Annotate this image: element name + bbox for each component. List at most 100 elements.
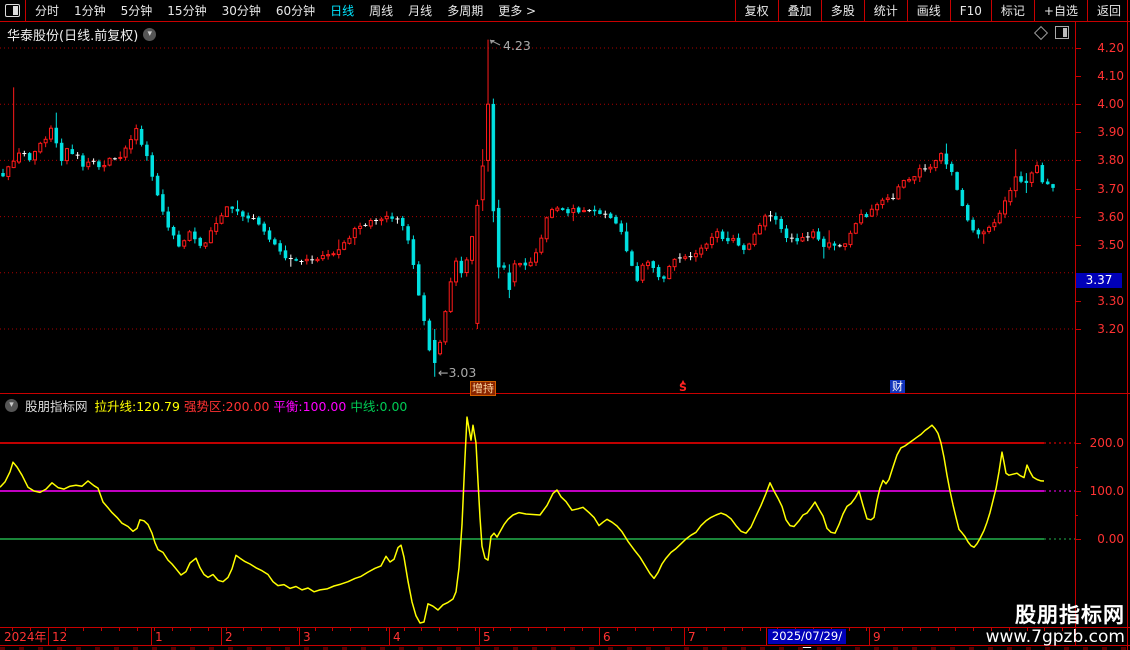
watermark-url: www.7gpzb.com [985, 627, 1125, 647]
current-price-tag: 3.37 [1076, 273, 1122, 289]
button-标记[interactable]: 标记 [990, 0, 1034, 21]
date-tick [635, 628, 636, 631]
tab-5分钟[interactable]: 5分钟 [121, 2, 153, 19]
event-badge-S[interactable]: ▴ S [679, 378, 687, 394]
tab-15分钟[interactable]: 15分钟 [167, 2, 206, 19]
month-separator [151, 628, 152, 645]
chevron-down-icon[interactable]: ▾ [5, 399, 18, 412]
svg-text:4.23: 4.23 [503, 38, 531, 53]
date-label-4: 4 [393, 630, 401, 644]
date-tick [671, 628, 672, 631]
date-label-2024年: 2024年 [4, 630, 47, 644]
month-separator [869, 628, 870, 645]
date-tick [493, 628, 494, 631]
right-frame [1127, 0, 1128, 650]
price-label-3.60: 3.60 [1097, 209, 1124, 224]
indicator-source: 股朋指标网 [25, 399, 88, 414]
watermark: 股朋指标网 www.7gpzb.com [985, 603, 1125, 648]
date-tick [350, 628, 351, 631]
date-label-5: 5 [483, 630, 491, 644]
date-tick [955, 628, 956, 631]
svg-text:←3.03: ←3.03 [438, 365, 476, 380]
date-tick [528, 628, 529, 631]
button-+自选[interactable]: +自选 [1033, 0, 1087, 21]
date-tick [724, 628, 725, 631]
tab-多周期[interactable]: 多周期 [447, 2, 483, 19]
date-tick [902, 628, 903, 631]
event-badge-增持[interactable]: 增持 [470, 381, 496, 396]
date-tick [884, 628, 885, 631]
date-tick [119, 628, 120, 631]
indicator-value-强势区: 强势区:200.00 [183, 399, 274, 414]
tab-日线[interactable]: 日线 [330, 2, 354, 19]
watermark-brand: 股朋指标网 [1015, 603, 1125, 627]
date-label-7: 7 [688, 630, 696, 644]
tab-周线[interactable]: 周线 [369, 2, 393, 19]
date-tick [439, 628, 440, 631]
button-叠加[interactable]: 叠加 [777, 0, 821, 21]
price-label-3.90: 3.90 [1097, 125, 1124, 140]
date-tick [849, 628, 850, 631]
tab-更多 >[interactable]: 更多 > [498, 2, 536, 19]
date-tick [742, 628, 743, 631]
date-tick [172, 628, 173, 631]
date-tick [617, 628, 618, 631]
month-separator [389, 628, 390, 645]
date-tick [421, 628, 422, 631]
date-tick [866, 628, 867, 631]
price-label-4.00: 4.00 [1097, 97, 1124, 112]
indicator-label-200.0: 200.0 [1089, 436, 1124, 450]
candlestick-chart[interactable]: 4.23 ←3.03 [0, 22, 1075, 394]
tab-分时[interactable]: 分时 [35, 2, 59, 19]
indicator-header: ▾ 股朋指标网 拉升线:120.79 强势区:200.00 平衡:100.00 … [5, 396, 407, 415]
month-separator [221, 628, 222, 645]
date-tick [261, 628, 262, 631]
price-label-4.20: 4.20 [1097, 41, 1124, 55]
event-badge-财[interactable]: 财 [890, 380, 905, 393]
month-separator [599, 628, 600, 645]
indicator-chart[interactable] [0, 413, 1075, 627]
window-panel-icon[interactable] [0, 0, 26, 21]
button-返回[interactable]: 返回 [1086, 0, 1130, 21]
indicator-label-100.0: 100.0 [1089, 484, 1124, 498]
tab-60分钟[interactable]: 60分钟 [276, 2, 315, 19]
date-tick [297, 628, 298, 631]
price-label-4.10: 4.10 [1097, 69, 1124, 84]
date-tick [938, 628, 939, 631]
tab-1分钟[interactable]: 1分钟 [74, 2, 106, 19]
date-tick [457, 628, 458, 631]
panel-divider [0, 393, 1130, 394]
button-复权[interactable]: 复权 [734, 0, 778, 21]
price-label-3.30: 3.30 [1097, 293, 1124, 308]
date-tick [332, 628, 333, 631]
indicator-label-0.00: 0.00 [1097, 532, 1124, 546]
date-label-2: 2 [225, 630, 233, 644]
tab-月线[interactable]: 月线 [408, 2, 432, 19]
price-label-3.70: 3.70 [1097, 181, 1124, 196]
date-tick [368, 628, 369, 631]
date-label-6: 6 [603, 630, 611, 644]
highlighted-date: 2025/07/29/二 [768, 629, 846, 650]
price-label-3.20: 3.20 [1097, 322, 1124, 336]
date-tick [920, 628, 921, 631]
month-separator [299, 628, 300, 645]
button-画线[interactable]: 画线 [906, 0, 950, 21]
tab-30分钟[interactable]: 30分钟 [222, 2, 261, 19]
date-tick [653, 628, 654, 631]
diamond-icon[interactable] [1033, 25, 1049, 40]
axis-divider [1075, 22, 1076, 646]
chevron-down-icon[interactable]: ▾ [143, 28, 157, 41]
date-label-9: 9 [873, 630, 881, 644]
date-axis[interactable]: 2024年12123456792025/07/29/二 [0, 627, 1130, 650]
month-separator [684, 628, 685, 645]
stock-title: 华泰股份(日线.前复权) [7, 29, 139, 44]
trading-app-window: 分时 1分钟 5分钟 15分钟 30分钟 60分钟 日线 周线 月线 多周期 更多 > 复权 叠加 多股… [0, 0, 1130, 650]
split-view-icon[interactable] [1055, 26, 1069, 39]
button-多股[interactable]: 多股 [820, 0, 864, 21]
date-tick [190, 628, 191, 631]
date-tick [208, 628, 209, 631]
button-统计[interactable]: 统计 [863, 0, 907, 21]
date-tick [101, 628, 102, 631]
date-label-1: 1 [155, 630, 163, 644]
button-F10[interactable]: F10 [949, 0, 991, 21]
